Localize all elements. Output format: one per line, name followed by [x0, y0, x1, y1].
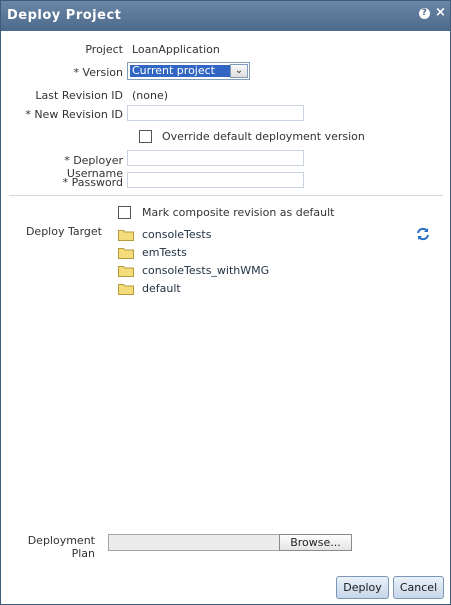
- folder-icon: [118, 248, 134, 259]
- override-label: Override default deployment version: [162, 130, 365, 143]
- version-select[interactable]: Current project ⌄: [127, 62, 250, 80]
- folder-label: default: [142, 282, 181, 295]
- refresh-icon[interactable]: [415, 226, 431, 242]
- folder-label: emTests: [142, 246, 187, 259]
- required-mark: *: [62, 176, 69, 189]
- version-selected-value: Current project: [130, 65, 230, 77]
- password-label: * Password: [5, 176, 123, 189]
- help-icon[interactable]: ?: [419, 8, 430, 19]
- folder-label: consoleTests: [142, 228, 212, 241]
- deployer-username-input[interactable]: [127, 150, 304, 166]
- new-revision-label-text: New Revision ID: [34, 108, 123, 121]
- required-mark: *: [64, 154, 70, 167]
- browse-button[interactable]: Browse...: [279, 534, 352, 551]
- folder-icon: [118, 230, 134, 241]
- mark-default-label: Mark composite revision as default: [142, 206, 335, 219]
- version-label-text: Version: [82, 66, 123, 79]
- dialog-titlebar: Deploy Project ? ×: [1, 1, 450, 31]
- cancel-button[interactable]: Cancel: [393, 576, 444, 599]
- project-label: Project: [85, 43, 123, 56]
- section-divider: [9, 195, 443, 196]
- deployment-plan-input[interactable]: [108, 534, 280, 551]
- required-mark: *: [73, 66, 80, 79]
- password-label-text: Password: [71, 176, 123, 189]
- required-mark: *: [25, 108, 31, 121]
- last-revision-value: (none): [132, 89, 169, 102]
- folder-icon: [118, 266, 134, 277]
- folder-icon: [118, 284, 134, 295]
- deploy-target-label: Deploy Target: [25, 225, 102, 238]
- new-revision-input[interactable]: [127, 105, 304, 121]
- password-input[interactable]: [127, 172, 304, 188]
- deployment-plan-label-line1: Deployment: [27, 534, 95, 547]
- chevron-down-icon[interactable]: ⌄: [230, 64, 248, 78]
- mark-default-checkbox[interactable]: [118, 206, 131, 219]
- last-revision-label: Last Revision ID: [35, 89, 123, 102]
- deployment-plan-label: Deployment Plan: [15, 534, 95, 560]
- project-value: LoanApplication: [132, 43, 220, 56]
- override-checkbox[interactable]: [139, 130, 152, 143]
- deploy-project-dialog: Deploy Project ? × Project LoanApplicati…: [0, 0, 451, 605]
- close-icon[interactable]: ×: [435, 5, 446, 20]
- version-label: * Version: [5, 66, 123, 79]
- deploy-button[interactable]: Deploy: [336, 576, 389, 599]
- dialog-title: Deploy Project: [7, 8, 122, 23]
- deployment-plan-label-line2: Plan: [71, 547, 95, 560]
- folder-label: consoleTests_withWMG: [142, 264, 270, 277]
- new-revision-label: * New Revision ID: [5, 108, 123, 121]
